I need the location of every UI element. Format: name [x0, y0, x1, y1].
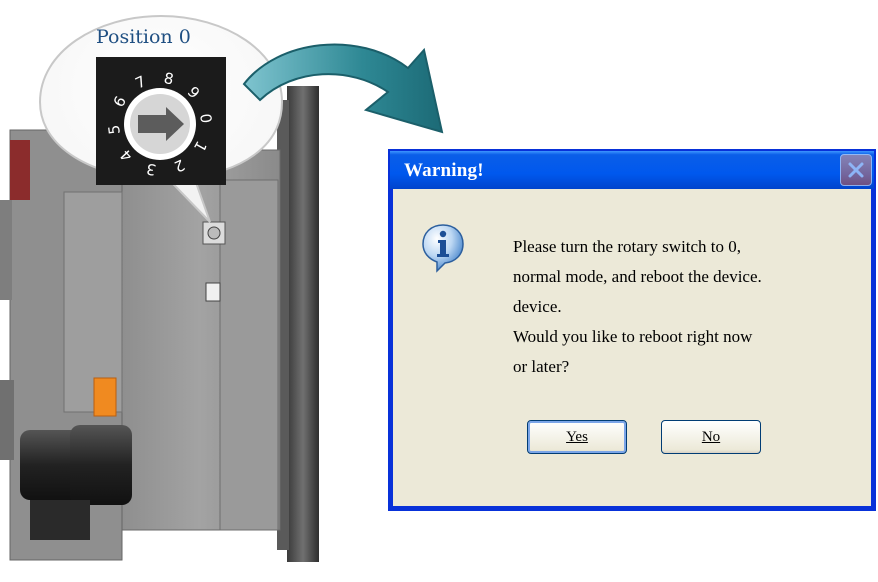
dial-digit: 4 — [117, 146, 137, 165]
warning-dialog: Warning! Please turn the rotary switch t… — [388, 149, 876, 511]
dial-digit: 3 — [145, 159, 158, 178]
dial-digit: 7 — [132, 72, 148, 92]
message-line: Please turn the rotary switch to 0, — [513, 237, 742, 256]
dialog-title: Warning! — [404, 160, 484, 181]
dialog-message: Please turn the rotary switch to 0, norm… — [513, 232, 762, 382]
rotary-switch: 789 0 1234 5 6 — [96, 57, 226, 185]
dial-digit: 1 — [190, 138, 210, 155]
no-button[interactable]: No — [661, 420, 761, 454]
rotary-dial: 7 89 0 1234 5 6 — [105, 69, 215, 179]
yes-button[interactable]: Yes — [527, 420, 627, 454]
dial-digit: 0 — [196, 113, 215, 125]
dial-digit: 2 — [171, 156, 187, 176]
message-line: or later? — [513, 357, 570, 376]
curved-arrow-icon — [242, 43, 444, 134]
yes-button-label: Yes — [566, 429, 588, 445]
dial-digit: 8 — [162, 69, 175, 88]
dial-digit: 9 — [184, 83, 204, 102]
no-button-label: No — [701, 429, 721, 445]
close-button[interactable] — [840, 154, 872, 186]
dial-digit: 5 — [105, 124, 124, 136]
info-icon — [422, 224, 464, 273]
close-icon — [848, 162, 864, 178]
dialog-titlebar[interactable]: Warning! — [390, 151, 874, 189]
dialog-body: Please turn the rotary switch to 0, norm… — [393, 189, 871, 506]
callout-title: Position 0 — [96, 26, 191, 48]
dial-digit: 6 — [110, 93, 130, 110]
message-line: normal mode, and reboot the device. — [513, 267, 762, 286]
message-line: device. — [513, 297, 562, 316]
message-line: Would you like to reboot right now — [513, 327, 753, 346]
